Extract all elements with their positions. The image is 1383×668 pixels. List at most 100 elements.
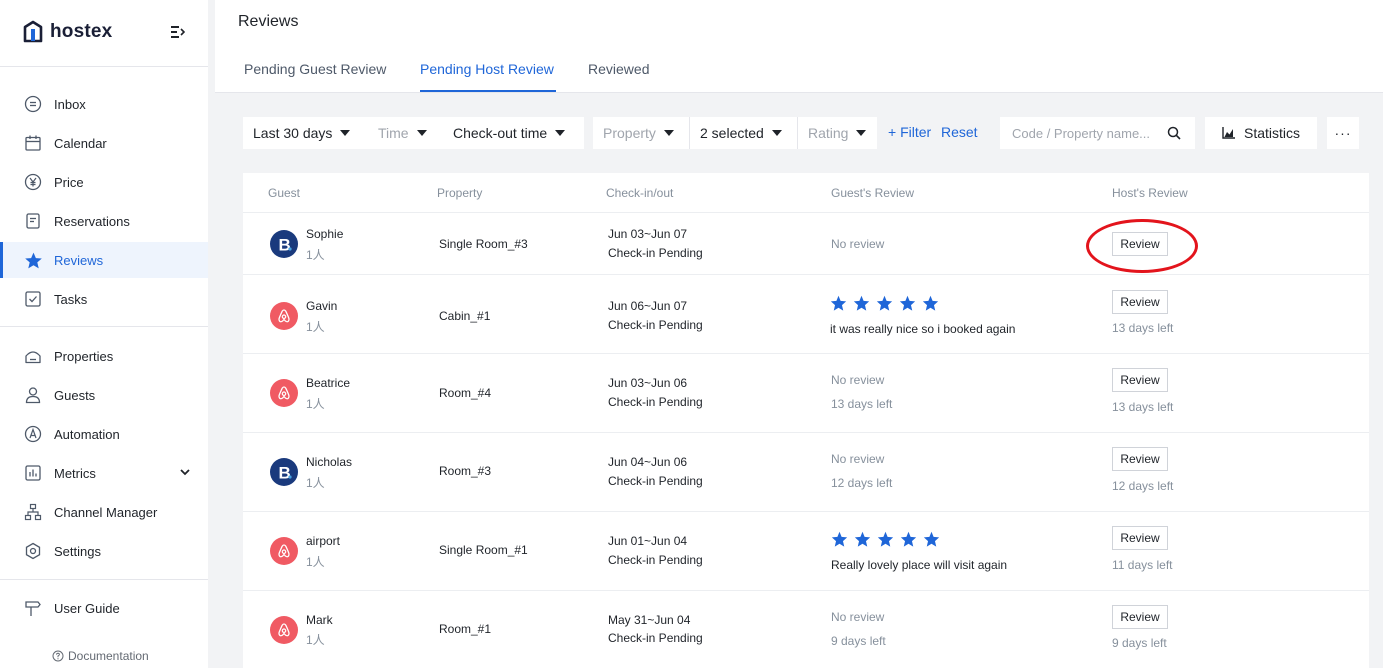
guest-review-text: it was really nice so i booked again [830, 322, 1016, 336]
sidebar-item-reviews[interactable]: Reviews [0, 242, 208, 278]
property-filter-group: Property 2 selected Rating [593, 117, 877, 149]
sidebar-item-user-guide[interactable]: User Guide [0, 590, 208, 626]
stay-dates: Jun 06~Jun 07 [608, 299, 688, 313]
sidebar-divider [0, 579, 208, 580]
sidebar-item-guests[interactable]: Guests [0, 377, 208, 413]
sidebar-item-label: Tasks [54, 291, 88, 307]
host-days-left: 11 days left [1112, 558, 1173, 572]
star-icon [922, 295, 939, 311]
table-row[interactable] [243, 212, 1369, 274]
sidebar-item-label: Reservations [54, 213, 130, 229]
documentation-link[interactable]: Documentation [52, 649, 149, 663]
page-header [208, 0, 1383, 93]
guest-count: 1人 [306, 320, 325, 334]
sidebar-item-settings[interactable]: Settings [0, 533, 208, 569]
sidebar-item-metrics[interactable]: Metrics [0, 455, 208, 491]
airbnb-channel-icon [270, 379, 298, 407]
property-placeholder: Property [603, 125, 656, 141]
column-header-guest-review: Guest's Review [831, 186, 914, 200]
guest-review-text: No review [831, 373, 885, 387]
guest-name[interactable]: airport [306, 534, 340, 548]
star-icon [899, 295, 916, 311]
inbox-icon [23, 94, 43, 114]
review-button[interactable]: Review [1112, 526, 1168, 550]
sidebar-item-price[interactable]: Price [0, 164, 208, 200]
stay-dates: Jun 03~Jun 07 [608, 227, 688, 241]
house-icon [23, 346, 43, 366]
reset-button[interactable]: Reset [941, 124, 978, 140]
star-icon [877, 531, 894, 547]
caret-down-icon [663, 130, 674, 136]
sidebar-item-label: Properties [54, 348, 114, 364]
statistics-button[interactable]: Statistics [1205, 117, 1317, 149]
stay-status: Check-in Pending [608, 246, 703, 260]
star-icon [830, 295, 847, 311]
sidebar-item-automation[interactable]: Automation [0, 416, 208, 452]
host-days-left: 9 days left [1112, 636, 1167, 650]
review-button[interactable]: Review [1112, 605, 1168, 629]
sidebar-item-channel-manager[interactable]: Channel Manager [0, 494, 208, 530]
airbnb-channel-icon [270, 616, 298, 644]
star-icon [876, 295, 893, 311]
help-icon [52, 650, 64, 662]
automation-icon [23, 424, 43, 444]
review-button[interactable]: Review [1112, 232, 1168, 256]
table-row[interactable] [243, 353, 1369, 432]
sidebar-item-label: User Guide [54, 600, 120, 616]
sidebar-item-reservations[interactable]: Reservations [0, 203, 208, 239]
more-options-button[interactable]: ··· [1327, 117, 1359, 149]
search-input[interactable] [1012, 125, 1167, 141]
guest-name[interactable]: Sophie [306, 227, 343, 241]
stay-dates: Jun 04~Jun 06 [608, 455, 688, 469]
svg-text:B: B [279, 236, 291, 255]
table-row[interactable] [243, 590, 1369, 668]
table-row[interactable] [243, 274, 1369, 353]
review-button[interactable]: Review [1112, 368, 1168, 392]
property-select[interactable]: Property [593, 117, 689, 149]
table-row[interactable] [243, 432, 1369, 511]
search-icon[interactable] [1167, 126, 1181, 140]
booking-channel-icon: B [270, 230, 298, 258]
more-icon: ··· [1334, 125, 1352, 141]
column-header-property: Property [437, 186, 483, 200]
rating-select[interactable]: Rating [797, 117, 877, 149]
time-type-select[interactable]: Check-out time [443, 117, 584, 149]
sidebar-item-properties[interactable]: Properties [0, 338, 208, 374]
time-select[interactable]: Time [368, 117, 443, 149]
date-range-select[interactable]: Last 30 days [243, 117, 368, 149]
checkbox-icon [23, 289, 43, 309]
host-days-left: 12 days left [1112, 479, 1174, 493]
caret-down-icon [771, 130, 782, 136]
stay-dates: Jun 03~Jun 06 [608, 376, 688, 390]
guest-name[interactable]: Mark [306, 613, 333, 627]
collapse-sidebar-icon[interactable] [171, 26, 185, 38]
star-icon [900, 531, 917, 547]
signpost-icon [23, 598, 43, 618]
hostex-logo-icon [23, 20, 43, 43]
property-selected-select[interactable]: 2 selected [689, 117, 797, 149]
guest-count: 1人 [306, 248, 325, 262]
sidebar-item-label: Calendar [54, 135, 107, 151]
tab-pending-guest-review[interactable]: Pending Guest Review [244, 61, 386, 77]
brand-logo[interactable]: hostex [22, 20, 112, 44]
chevron-down-icon[interactable] [179, 466, 191, 478]
review-button[interactable]: Review [1112, 290, 1168, 314]
add-filter-button[interactable]: + Filter [888, 124, 931, 140]
tab-pending-host-review[interactable]: Pending Host Review [420, 61, 554, 77]
tab-reviewed[interactable]: Reviewed [588, 61, 649, 77]
sidebar-item-inbox[interactable]: Inbox [0, 86, 208, 122]
sidebar-item-label: Reviews [54, 252, 104, 268]
guest-name[interactable]: Beatrice [306, 376, 350, 390]
sidebar-item-calendar[interactable]: Calendar [0, 125, 208, 161]
sidebar: hostex Inbox Calendar Price Reservations… [0, 0, 208, 668]
sidebar-item-label: Inbox [54, 96, 86, 112]
search-field[interactable] [1000, 117, 1195, 149]
sidebar-item-label: Channel Manager [54, 504, 158, 520]
host-days-left: 13 days left [1112, 321, 1174, 335]
guest-name[interactable]: Nicholas [306, 455, 352, 469]
sidebar-item-tasks[interactable]: Tasks [0, 281, 208, 317]
table-row[interactable] [243, 511, 1369, 590]
guest-name[interactable]: Gavin [306, 299, 337, 313]
sidebar-divider [0, 326, 208, 327]
review-button[interactable]: Review [1112, 447, 1168, 471]
